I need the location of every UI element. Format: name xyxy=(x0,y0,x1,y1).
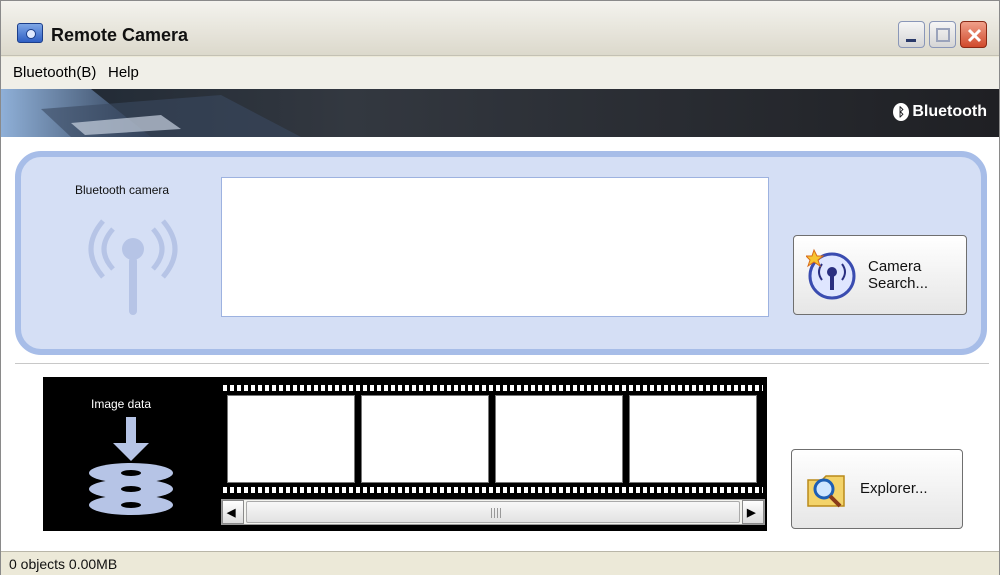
remote-camera-window: Remote Camera Bluetooth(B) Help ᛒ Blueto… xyxy=(0,0,1000,575)
status-bar: 0 objects 0.00MB xyxy=(1,551,999,575)
explorer-button[interactable]: Explorer... xyxy=(791,449,963,529)
camera-panel: Bluetooth camera Camera Search... xyxy=(15,151,987,355)
laptop-art-icon xyxy=(1,89,301,137)
bluetooth-icon: ᛒ xyxy=(893,103,910,121)
film-frame[interactable] xyxy=(227,395,355,483)
image-data-icon xyxy=(89,417,173,515)
title-bar[interactable]: Remote Camera xyxy=(1,1,999,56)
chevron-left-icon: ◀ xyxy=(227,507,236,519)
image-panel: Image data ◀ ▶ xyxy=(43,377,767,531)
film-frame[interactable] xyxy=(361,395,489,483)
main-area: Bluetooth camera Camera Search... Image … xyxy=(1,137,999,551)
close-icon xyxy=(967,28,982,43)
camera-search-label: Camera Search... xyxy=(868,258,928,292)
camera-search-icon xyxy=(806,248,856,300)
minimize-icon xyxy=(906,39,916,42)
film-frame[interactable] xyxy=(629,395,757,483)
minimize-button[interactable] xyxy=(898,21,925,48)
window-title: Remote Camera xyxy=(51,25,189,45)
camera-label: Bluetooth camera xyxy=(75,183,170,197)
chevron-right-icon: ▶ xyxy=(747,507,756,519)
grip-icon xyxy=(491,508,501,518)
menu-bluetooth[interactable]: Bluetooth(B) xyxy=(13,64,96,81)
camera-app-icon xyxy=(17,23,43,43)
bluetooth-brand: ᛒ Bluetooth xyxy=(893,103,987,121)
scroll-right-button[interactable]: ▶ xyxy=(742,500,764,524)
camera-search-line1: Camera xyxy=(868,258,922,275)
camera-list[interactable] xyxy=(221,177,769,317)
camera-search-line2: Search... xyxy=(868,275,929,292)
filmstrip-scrollbar[interactable]: ◀ ▶ xyxy=(221,499,765,525)
film-frame[interactable] xyxy=(495,395,623,483)
menu-help[interactable]: Help xyxy=(108,64,139,81)
scroll-thumb[interactable] xyxy=(246,501,740,523)
film-perforation-top xyxy=(223,385,763,391)
maximize-icon xyxy=(936,28,950,42)
image-data-label: Image data xyxy=(91,397,152,411)
scroll-left-button[interactable]: ◀ xyxy=(222,500,244,524)
brand-banner: ᛒ Bluetooth xyxy=(1,89,999,137)
antenna-icon xyxy=(88,219,178,315)
menu-bar: Bluetooth(B) Help xyxy=(1,57,999,89)
magnifier-folder-icon xyxy=(807,475,845,508)
explorer-label: Explorer... xyxy=(860,480,928,497)
filmstrip xyxy=(223,383,763,495)
brand-label: Bluetooth xyxy=(912,103,987,120)
film-perforation-bottom xyxy=(223,487,763,493)
status-text: 0 objects 0.00MB xyxy=(9,556,118,572)
close-button[interactable] xyxy=(960,21,987,48)
section-divider xyxy=(15,363,989,365)
maximize-button[interactable] xyxy=(929,21,956,48)
camera-search-button[interactable]: Camera Search... xyxy=(793,235,967,315)
